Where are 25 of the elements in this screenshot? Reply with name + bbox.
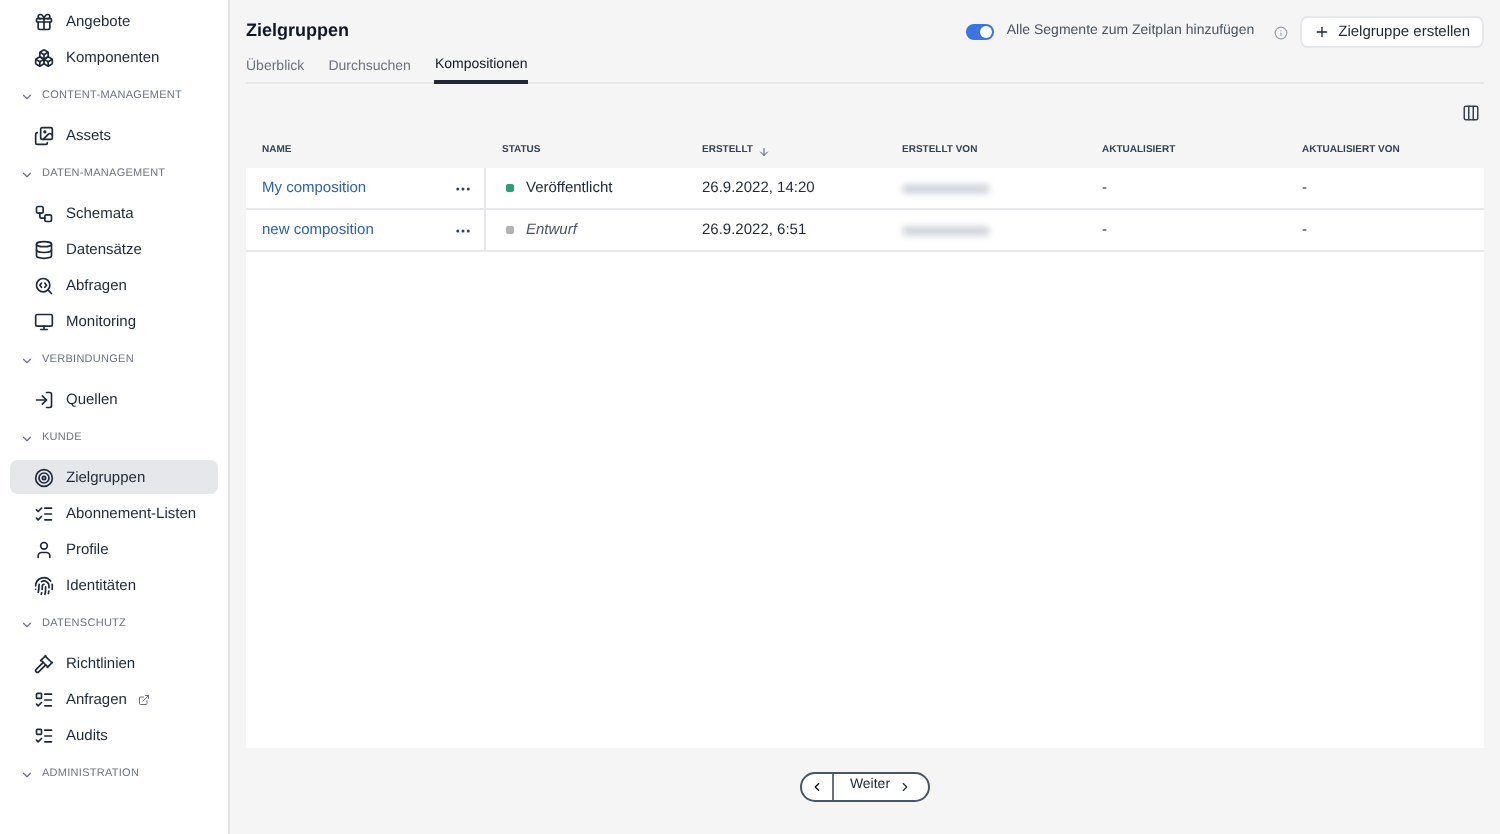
list-icon xyxy=(34,503,54,523)
page-title: Zielgruppen xyxy=(246,18,349,45)
boxes-icon xyxy=(34,47,54,67)
gift-icon xyxy=(34,11,54,31)
database-icon xyxy=(34,239,54,259)
gavel-icon xyxy=(34,653,54,673)
chevron-left-icon xyxy=(809,780,824,794)
user-icon xyxy=(34,539,54,559)
login-icon xyxy=(34,389,54,409)
search-icon xyxy=(34,275,54,295)
chevron-right-icon xyxy=(898,780,913,794)
external-link-icon xyxy=(138,693,151,705)
plus-icon xyxy=(1314,24,1331,40)
blurred-name xyxy=(902,225,990,235)
list-icon xyxy=(34,725,54,745)
flow-icon xyxy=(34,203,54,223)
sort-arrow-icon xyxy=(758,145,771,157)
columns-icon[interactable] xyxy=(1462,104,1480,122)
target-icon xyxy=(34,467,54,487)
images-icon xyxy=(34,125,54,145)
fingerprint-icon xyxy=(34,575,54,595)
toggle-switch[interactable] xyxy=(966,24,995,40)
blurred-name xyxy=(902,183,990,193)
monitor-icon xyxy=(34,311,54,331)
list-icon xyxy=(34,689,54,709)
